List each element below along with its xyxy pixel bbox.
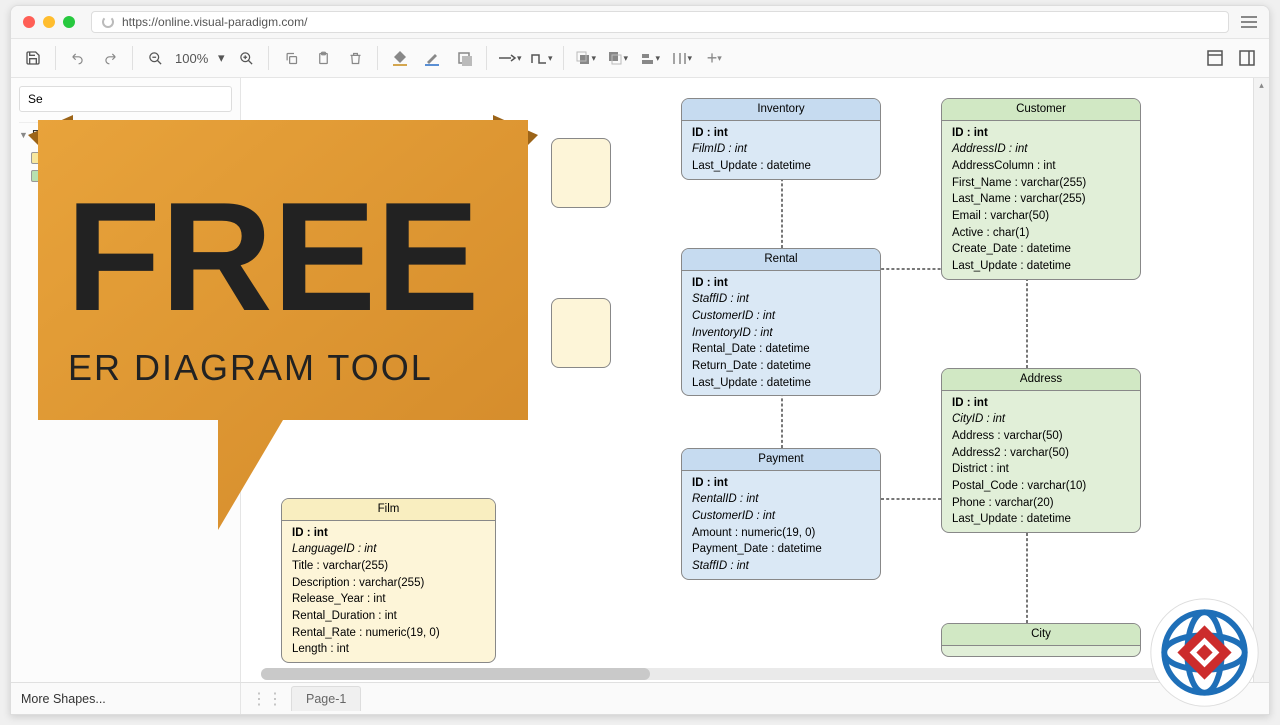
format-panel-button[interactable] [1200,43,1230,73]
zoom-in-button[interactable] [231,43,261,73]
entity-address-body: ID : intCityID : intAddress : varchar(50… [942,391,1140,532]
url-text: https://online.visual-paradigm.com/ [122,15,307,29]
distribute-button[interactable]: ▾ [667,43,697,73]
shadow-button[interactable] [449,43,479,73]
line-color-button[interactable] [417,43,447,73]
footer: More Shapes... ⋮⋮ Page-1 [11,682,1269,714]
copy-button[interactable] [276,43,306,73]
entity-city-body [942,646,1140,656]
waypoint-button[interactable]: ▾ [526,43,556,73]
fill-color-button[interactable] [385,43,415,73]
search-shapes-input[interactable] [19,86,232,112]
outline-panel-button[interactable] [1232,43,1262,73]
zoom-level[interactable]: 100% [171,51,212,66]
entity-hidden-1[interactable] [551,138,611,208]
banner-subtitle: ER DIAGRAM TOOL [68,347,433,388]
entity-payment[interactable]: Payment ID : intRentalID : intCustomerID… [681,448,881,580]
redo-button[interactable] [95,43,125,73]
zoom-out-button[interactable] [140,43,170,73]
entity-hidden-2[interactable] [551,298,611,368]
undo-button[interactable] [63,43,93,73]
entity-customer[interactable]: Customer ID : intAddressID : intAddressC… [941,98,1141,280]
url-bar[interactable]: https://online.visual-paradigm.com/ [91,11,1229,33]
window-bar: https://online.visual-paradigm.com/ [11,6,1269,38]
toolbar: 100% ▾ ▾ ▾ ▾ ▾ ▾ ▾ +▾ [11,38,1269,78]
entity-inventory[interactable]: Inventory ID : intFilmID : intLast_Updat… [681,98,881,180]
align-button[interactable]: ▾ [635,43,665,73]
paste-button[interactable] [308,43,338,73]
zoom-dropdown-icon[interactable]: ▾ [213,43,229,73]
entity-city[interactable]: City [941,623,1141,657]
entity-customer-body: ID : intAddressID : intAddressColumn : i… [942,121,1140,279]
to-front-button[interactable]: ▾ [571,43,601,73]
banner-title: FREE [66,170,479,343]
to-back-button[interactable]: ▾ [603,43,633,73]
close-dot[interactable] [23,16,35,28]
vertical-scrollbar[interactable]: ▴ [1253,78,1269,682]
more-shapes-button[interactable]: More Shapes... [11,683,241,714]
connector-type-button[interactable]: ▾ [494,43,524,73]
maximize-dot[interactable] [63,16,75,28]
entity-address[interactable]: Address ID : intCityID : intAddress : va… [941,368,1141,533]
entity-rental-body: ID : intStaffID : intCustomerID : intInv… [682,271,880,396]
add-button[interactable]: +▾ [699,43,729,73]
horizontal-scrollbar[interactable] [261,668,1233,680]
page-grip-icon[interactable]: ⋮⋮ [251,689,283,709]
loading-spinner-icon [102,16,114,28]
entity-inventory-body: ID : intFilmID : intLast_Update : dateti… [682,121,880,179]
hamburger-menu-icon[interactable] [1241,16,1257,28]
save-button[interactable] [18,43,48,73]
entity-payment-body: ID : intRentalID : intCustomerID : intAm… [682,471,880,579]
promo-banner: FREE ER DIAGRAM TOOL [18,110,548,550]
entity-rental[interactable]: Rental ID : intStaffID : intCustomerID :… [681,248,881,396]
visual-paradigm-logo-icon [1147,595,1262,715]
minimize-dot[interactable] [43,16,55,28]
delete-button[interactable] [340,43,370,73]
page-tab[interactable]: Page-1 [291,686,361,711]
